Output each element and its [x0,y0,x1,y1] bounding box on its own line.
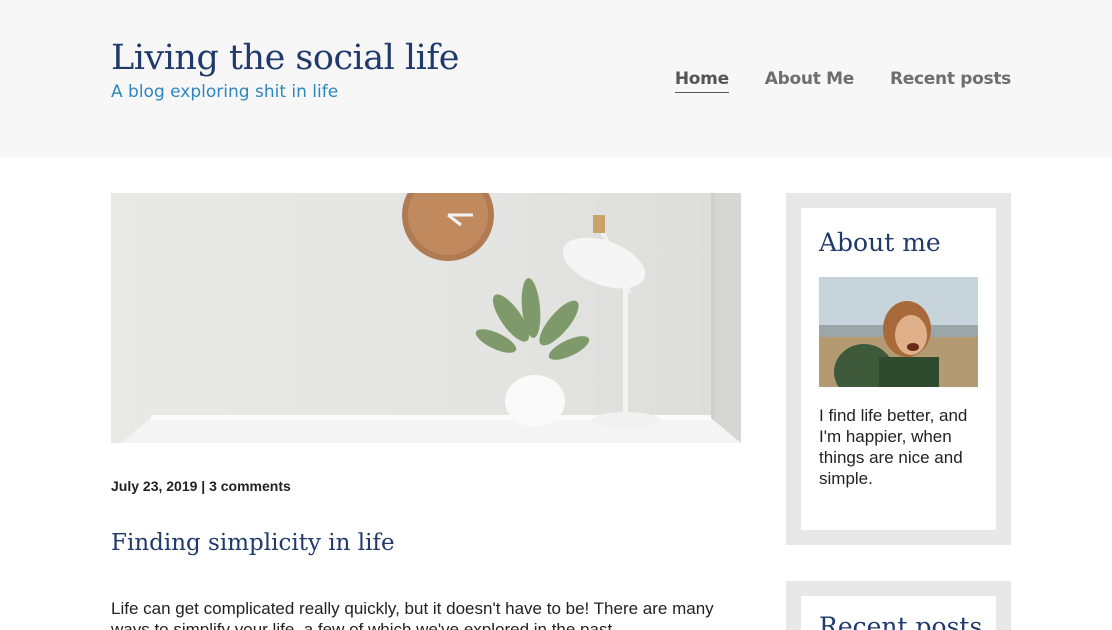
recent-posts-widget-title: Recent posts [819,612,983,630]
about-widget: About me I find life better, and I'm hap… [786,193,1011,545]
about-text: I find life better, and I'm happier, whe… [819,406,968,488]
main-nav: Home About Me Recent posts [674,69,1011,93]
post-featured-image[interactable] [111,193,741,443]
nav-recent-posts[interactable]: Recent posts [890,69,1011,93]
nav-home[interactable]: Home [674,69,729,93]
nav-about-me[interactable]: About Me [765,69,855,93]
about-widget-body: About me I find life better, and I'm hap… [801,208,996,530]
site-title[interactable]: Living the social life [111,38,460,78]
about-widget-title: About me [819,228,941,257]
desk-scene-image [111,193,741,443]
recent-posts-widget-body: Recent posts [801,596,996,630]
post-meta: July 23, 2019 | 3 comments [111,478,291,494]
site-tagline: A blog exploring shit in life [111,82,339,102]
recent-posts-widget: Recent posts [786,581,1011,630]
post-excerpt: Life can get complicated really quickly,… [111,599,714,630]
avatar [819,277,978,387]
profile-photo [819,277,978,387]
brand: Living the social life A blog exploring … [111,38,460,102]
post-title[interactable]: Finding simplicity in life [111,530,395,556]
site-header: Living the social life A blog exploring … [0,0,1112,157]
